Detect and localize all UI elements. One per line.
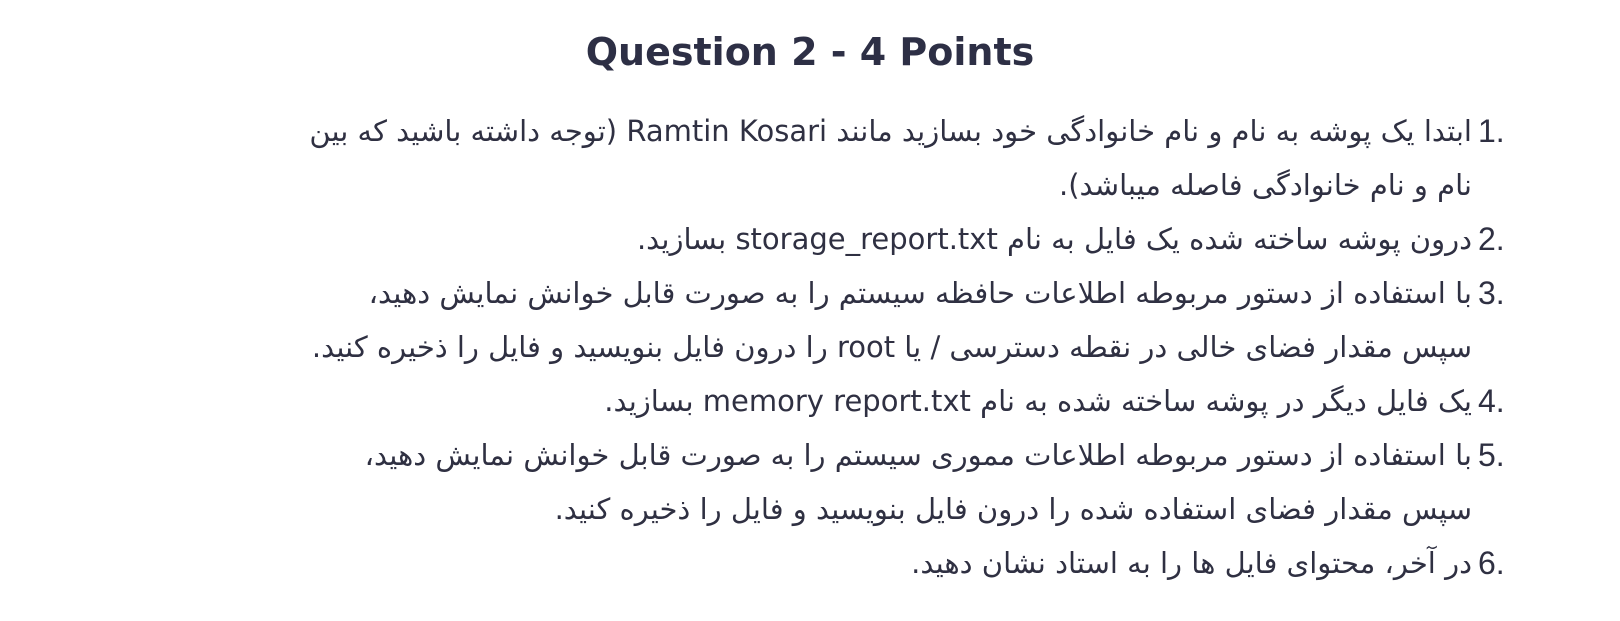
item-text-line: سپس مقدار فضای استفاده شده را درون فایل … [554,492,1472,526]
item-text-line: سپس مقدار فضای خالی در نقطه دسترسی / یا … [311,330,1472,364]
item-number: 2. [1478,221,1505,257]
item-text-line: با استفاده از دستور مربوطه اطلاعات حافظه… [368,276,1472,310]
item-text-line: یک فایل دیگر در پوشه ساخته شده به نام me… [604,384,1472,418]
item-number: 4. [1478,383,1505,419]
item-text-line: در آخر، محتوای فایل ها را به استاد نشان … [911,546,1472,580]
list-item-2: 2. درون پوشه ساخته شده یک فایل به نام st… [110,212,1530,266]
list-item-3: 3. با استفاده از دستور مربوطه اطلاعات حا… [110,266,1530,374]
item-number: 1. [1478,113,1505,149]
item-number: 3. [1478,275,1505,311]
list-item-5: 5. با استفاده از دستور مربوطه اطلاعات مم… [110,428,1530,536]
list-item-6: 6. در آخر، محتوای فایل ها را به استاد نش… [110,536,1530,590]
list-item-1: 1. ابتدا یک پوشه به نام و نام خانوادگی خ… [110,104,1530,212]
item-number: 5. [1478,437,1505,473]
list-item-4: 4. یک فایل دیگر در پوشه ساخته شده به نام… [110,374,1530,428]
item-number: 6. [1478,545,1505,581]
page-title: Question 2 - 4 Points [585,30,1035,74]
item-text-line: نام و نام خانوادگی فاصله میباشد). [1059,168,1472,202]
item-text-line: درون پوشه ساخته شده یک فایل به نام stora… [636,222,1472,256]
item-text-line: با استفاده از دستور مربوطه اطلاعات مموری… [364,438,1472,472]
item-text-line: ابتدا یک پوشه به نام و نام خانوادگی خود … [309,114,1472,148]
question-list: 1. ابتدا یک پوشه به نام و نام خانوادگی خ… [110,104,1530,590]
